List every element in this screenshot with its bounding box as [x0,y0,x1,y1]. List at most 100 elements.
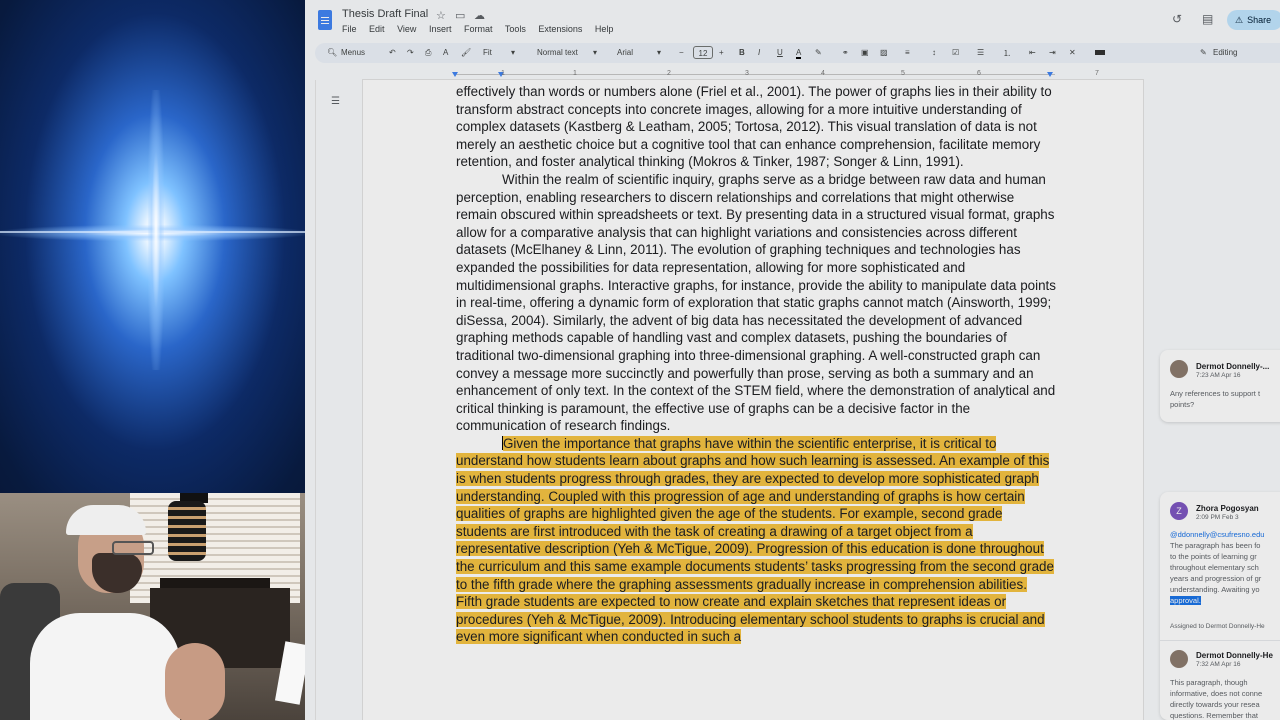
menu-format[interactable]: Format [464,24,493,34]
editing-mode-label[interactable]: Editing [1213,48,1237,57]
menu-insert[interactable]: Insert [429,24,452,34]
history-icon[interactable]: ↺ [1172,12,1182,26]
divider [1160,640,1280,641]
decrease-indent-icon[interactable]: ⇤ [1029,48,1036,57]
light-flare-overlay [0,0,305,493]
pencil-icon[interactable]: ✎ [1200,48,1207,57]
star-icon[interactable]: ☆ [436,9,446,22]
vertical-ruler [315,80,316,720]
font-select[interactable]: Arial [617,48,633,57]
share-button[interactable]: ⚠ Share [1227,10,1280,30]
paragraph[interactable]: effectively than words or numbers alone … [456,83,1056,171]
bulleted-list-icon[interactable]: ☰ [977,48,984,57]
person-glasses [112,541,154,555]
menu-bar: File Edit View Insert Format Tools Exten… [342,24,623,34]
document-outline-icon[interactable]: ☰ [331,96,340,107]
docs-logo-icon[interactable] [318,10,332,30]
spellcheck-icon[interactable]: A [443,48,448,57]
person-torso [30,613,180,720]
font-size-input[interactable]: 12 [693,46,713,59]
style-select[interactable]: Normal text [537,48,578,57]
shelf [160,578,270,588]
highlighted-text[interactable]: Given the importance that graphs have wi… [456,435,1054,645]
comment-time: 2:09 PM Feb 3 [1196,514,1239,521]
paragraph[interactable]: Within the realm of scientific inquiry, … [456,171,1056,435]
document-title[interactable]: Thesis Draft Final [342,8,428,20]
undo-icon[interactable]: ↶ [389,48,396,57]
ruler-mark: 3 [745,70,749,77]
highlight-icon[interactable]: ✎ [815,48,822,57]
insert-image-icon[interactable]: ▨ [880,48,888,57]
increase-font-icon[interactable]: + [719,48,724,57]
ruler-mark: 6 [977,70,981,77]
ruler-mark: 2 [667,70,671,77]
ruler-mark: 5 [901,70,905,77]
title-bar: Thesis Draft Final ☆ ▭ ☁ File Edit View … [305,0,1280,40]
right-indent-marker[interactable] [1047,72,1053,77]
menu-file[interactable]: File [342,24,357,34]
comment-text: directly towards your resea [1170,700,1260,709]
add-comment-icon[interactable]: ▣ [861,48,869,57]
checklist-icon[interactable]: ☑ [952,48,959,57]
comment-card[interactable]: Dermot Donnelly-... 7:23 AM Apr 16 Any r… [1160,350,1280,422]
comment-author[interactable]: Dermot Donnelly-... [1196,362,1269,371]
comment-text: throughout elementary sch [1170,563,1259,572]
increase-indent-icon[interactable]: ⇥ [1049,48,1056,57]
numbered-list-icon[interactable]: ⒈ [1003,48,1011,59]
paragraph-highlighted[interactable]: Given the importance that graphs have wi… [456,435,1056,646]
avatar[interactable] [1170,360,1188,378]
move-folder-icon[interactable]: ▭ [455,9,465,22]
ruler[interactable]: 1 1 2 3 4 5 6 7 [305,70,1280,80]
document-page[interactable]: effectively than words or numbers alone … [363,80,1143,720]
redo-icon[interactable]: ↷ [407,48,414,57]
selected-text[interactable]: approval. [1170,596,1201,605]
avatar[interactable] [1170,650,1188,668]
comment-text: Any references to support t [1170,389,1261,398]
menu-tools[interactable]: Tools [505,24,526,34]
zoom-select[interactable]: Fit [483,48,492,57]
menu-help[interactable]: Help [595,24,614,34]
clear-formatting-icon[interactable]: ✕ [1069,48,1076,57]
decrease-font-icon[interactable]: − [679,48,684,57]
person-arm [165,643,225,720]
comments-icon[interactable]: ▤ [1202,12,1213,26]
comment-text: points? [1170,400,1195,409]
comment-text: to the points of learning gr [1170,552,1257,561]
align-icon[interactable]: ≡ [905,48,910,57]
zoom-dropdown-icon[interactable]: ▾ [511,48,515,57]
left-indent-marker[interactable] [452,72,458,77]
comment-mention[interactable]: @ddonnelly@csufresno.edu [1170,530,1264,541]
menu-view[interactable]: View [397,24,416,34]
cloud-status-icon[interactable]: ☁ [474,9,485,22]
comment-author[interactable]: Dermot Donnelly-He [1196,651,1273,660]
assigned-label: Assigned to Dermot Donnelly-He [1170,623,1265,630]
menu-extensions[interactable]: Extensions [538,24,582,34]
line-spacing-icon[interactable]: ↕ [932,48,936,57]
ruler-mark: 7 [1095,70,1099,77]
italic-icon[interactable]: I [758,48,760,57]
comment-time: 7:32 AM Apr 16 [1196,661,1241,668]
comment-text: questions. Remember that [1170,711,1258,720]
comment-thread[interactable]: Z Zhora Pogosyan 2:09 PM Feb 3 @ddonnell… [1160,492,1280,720]
ruler-mark: 4 [821,70,825,77]
comment-text: informative, does not conne [1170,689,1263,698]
ruler-mark: 1 [501,70,505,77]
search-menus-label[interactable]: Menus [341,48,365,57]
link-icon[interactable]: ⚭ [842,48,849,57]
font-dropdown-icon[interactable]: ▾ [657,48,661,57]
comment-author[interactable]: Zhora Pogosyan [1196,504,1259,513]
bold-icon[interactable]: B [739,48,745,57]
print-icon[interactable]: ⎙ [425,48,431,58]
menu-edit[interactable]: Edit [369,24,385,34]
ruler-mark: 1 [573,70,577,77]
underline-icon[interactable]: U [777,48,783,57]
document-body[interactable]: effectively than words or numbers alone … [456,83,1056,646]
paint-format-icon[interactable]: 🖌︎ [461,48,471,57]
search-menus-icon[interactable]: 🔍︎ [327,48,337,57]
border-color-icon[interactable] [1095,50,1105,55]
style-dropdown-icon[interactable]: ▾ [593,48,597,57]
webcam-feed [0,493,305,720]
avatar[interactable]: Z [1170,502,1188,520]
microphone [168,501,206,561]
text-color-icon[interactable]: A [796,48,802,59]
